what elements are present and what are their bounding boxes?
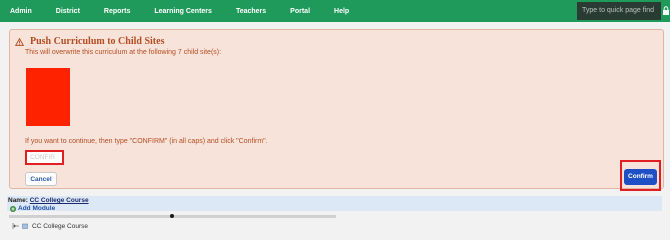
nav-portal[interactable]: Portal <box>278 8 322 15</box>
redaction-box <box>26 68 70 126</box>
course-name-line: Name: CC College Course <box>8 197 89 204</box>
plus-circle-icon <box>10 205 16 212</box>
course-name-link[interactable]: CC College Course <box>30 197 89 204</box>
nav-learning-centers[interactable]: Learning Centers <box>142 8 224 15</box>
nav-help[interactable]: Help <box>322 8 361 15</box>
panel-title: Push Curriculum to Child Sites <box>15 36 164 47</box>
tree-item-label: CC College Course <box>32 222 88 230</box>
nav-reports[interactable]: Reports <box>92 8 142 15</box>
tree-item[interactable]: CC College Course <box>12 222 88 230</box>
push-curriculum-panel: Push Curriculum to Child Sites This will… <box>9 29 664 189</box>
overwrite-warning-text: This will overwrite this curriculum at t… <box>25 49 222 56</box>
top-navigation: Admin District Reports Learning Centers … <box>0 0 670 22</box>
nav-teachers[interactable]: Teachers <box>224 8 278 15</box>
confirm-button[interactable]: Confirm <box>624 169 657 185</box>
nav-district[interactable]: District <box>44 8 92 15</box>
course-folder-icon <box>22 223 28 229</box>
warning-icon <box>15 37 24 46</box>
cancel-button[interactable]: Cancel <box>25 172 57 186</box>
confirm-instruction-text: If you want to continue, then type "CONF… <box>25 138 268 145</box>
slider-handle[interactable] <box>170 214 174 218</box>
add-module-button[interactable]: Add Module <box>10 205 55 212</box>
lock-icon[interactable] <box>662 6 670 16</box>
tree-expand-icon[interactable] <box>12 222 20 230</box>
panel-title-text: Push Curriculum to Child Sites <box>30 36 165 47</box>
nav-admin[interactable]: Admin <box>0 8 44 15</box>
add-module-label: Add Module <box>18 205 56 212</box>
quick-find-input[interactable]: Type to quick page find <box>577 2 661 20</box>
course-header-bar <box>7 196 662 211</box>
course-name-label: Name: <box>8 197 28 204</box>
confirm-text-input[interactable]: CONFIR <box>25 150 64 165</box>
